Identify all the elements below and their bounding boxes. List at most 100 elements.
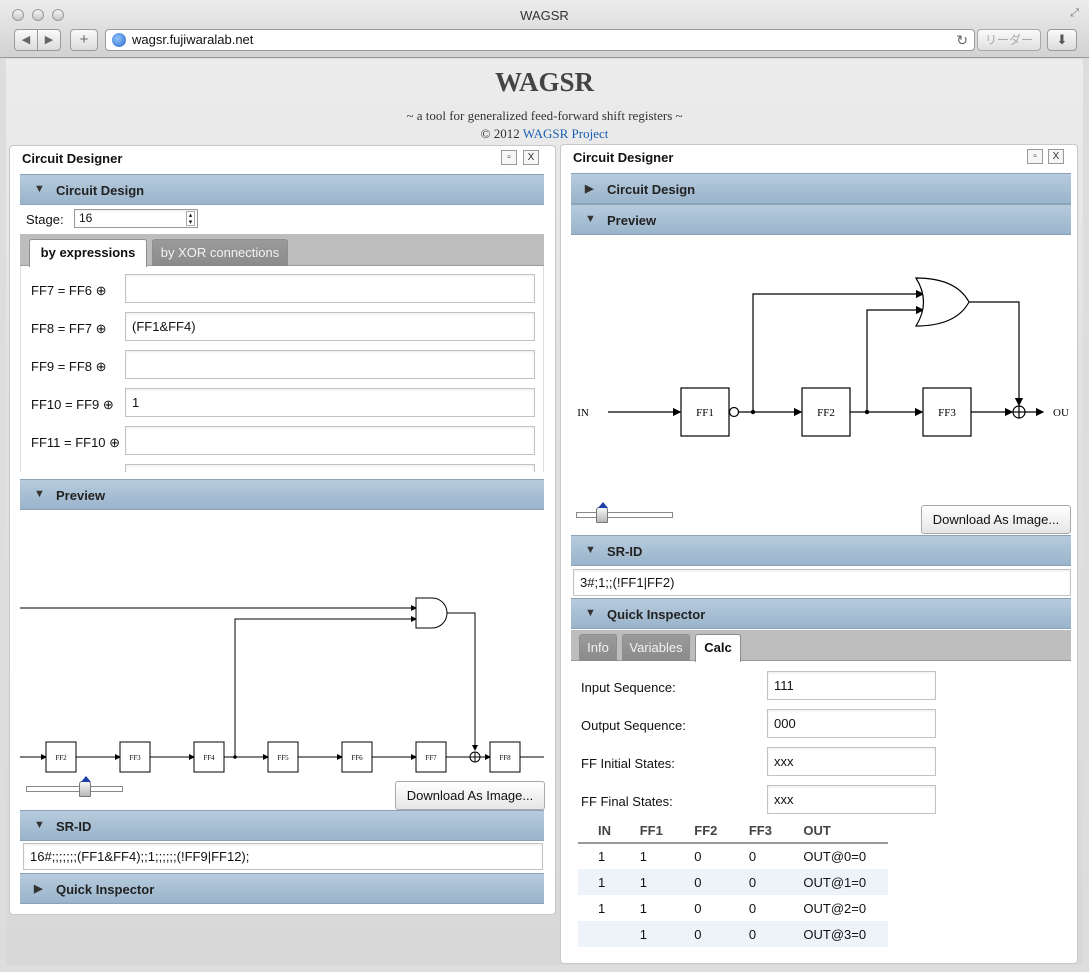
left-circuit-designer-panel: Circuit Designer ▫ X ▼ Circuit Design St…	[9, 145, 556, 915]
ff-label: FF7	[425, 754, 437, 762]
downloads-button[interactable]: ⬇	[1047, 29, 1077, 51]
left-panel-title: Circuit Designer	[22, 151, 123, 166]
table-cell: 1	[639, 900, 647, 916]
right-panel-title: Circuit Designer	[573, 150, 674, 165]
back-button[interactable]: ◀	[14, 29, 38, 51]
table-row: 1 0 0 OUT@3=0	[578, 921, 888, 947]
expression-label: FF11 = FF10 ⊕	[31, 435, 121, 450]
expression-input-partial[interactable]	[125, 464, 535, 472]
expression-input[interactable]: (FF1&FF4)	[125, 312, 535, 341]
ff-initial-states-field[interactable]: xxx	[767, 747, 936, 776]
reload-icon[interactable]: ↻	[956, 30, 968, 50]
left-preview-header[interactable]: ▼ Preview	[20, 479, 544, 510]
address-bar[interactable]: o wagsr.fujiwaralab.net ↻	[105, 29, 975, 51]
right-circuit-design-label: Circuit Design	[607, 182, 696, 197]
spinner-arrows-icon[interactable]: ▴ ▾	[186, 211, 195, 226]
right-zoom-slider[interactable]	[576, 512, 673, 518]
column-header: IN	[578, 819, 620, 844]
expression-list: FF7 = FF6 ⊕ FF8 = FF7 ⊕ (FF1&FF4) FF9 = …	[20, 266, 544, 472]
tab-info[interactable]: Info	[579, 634, 617, 661]
table-cell: OUT@1=0	[783, 869, 888, 895]
globe-icon: o	[112, 33, 126, 47]
left-circuit-diagram: FF2 FF3 FF4 FF5 FF6 FF7 FF8	[20, 597, 544, 773]
table-cell: 0	[694, 900, 702, 916]
right-srid-label: SR-ID	[607, 544, 643, 559]
right-quick-inspector-header[interactable]: ▼ Quick Inspector	[571, 598, 1071, 629]
project-link[interactable]: WAGSR Project	[523, 126, 609, 141]
column-header: OUT	[783, 819, 888, 844]
ff-label: FF1	[696, 407, 714, 419]
right-srid-header[interactable]: ▼ SR-ID	[571, 535, 1071, 566]
tab-by-expressions[interactable]: by expressions	[29, 239, 147, 267]
right-srid-field[interactable]: 3#;1;;(!FF1|FF2)	[573, 569, 1071, 596]
calc-results-table: IN FF1 FF2 FF3 OUT 1 1 0 0 OUT@0=0 1 1 0…	[578, 819, 888, 947]
expression-tab-strip: by expressions by XOR connections	[20, 234, 544, 267]
expression-label: FF10 = FF9 ⊕	[31, 397, 114, 412]
table-cell: 0	[728, 869, 784, 895]
input-sequence-field[interactable]: 111	[767, 671, 936, 700]
expression-label: FF8 = FF7 ⊕	[31, 321, 107, 336]
right-circuit-design-header[interactable]: ▶ Circuit Design	[571, 173, 1071, 204]
fullscreen-icon[interactable]: ⤢	[1070, 7, 1079, 20]
table-cell	[578, 921, 620, 947]
left-srid-label: SR-ID	[56, 819, 92, 834]
right-preview-header[interactable]: ▼ Preview	[571, 204, 1071, 235]
ff-label: FF3	[938, 407, 956, 419]
left-close-button[interactable]: X	[523, 150, 539, 165]
tab-by-xor-connections[interactable]: by XOR connections	[152, 239, 288, 266]
left-zoom-slider[interactable]	[26, 786, 123, 792]
left-quick-inspector-header[interactable]: ▶ Quick Inspector	[20, 873, 544, 904]
left-srid-header[interactable]: ▼ SR-ID	[20, 810, 544, 841]
page-title: WAGSR	[494, 67, 595, 97]
expanded-arrow-icon: ▼	[34, 819, 45, 831]
table-cell: 1	[598, 900, 606, 916]
new-tab-button[interactable]: +	[70, 29, 98, 51]
table-header-row: IN FF1 FF2 FF3 OUT	[578, 819, 888, 844]
stage-value: 16	[79, 211, 93, 225]
input-label: IN	[577, 407, 589, 419]
left-circuit-design-header[interactable]: ▼ Circuit Design	[20, 174, 544, 205]
output-sequence-field[interactable]: 000	[767, 709, 936, 738]
tab-calc[interactable]: Calc	[695, 634, 741, 662]
collapsed-arrow-icon: ▶	[585, 183, 594, 195]
ff-label: FF4	[203, 754, 215, 762]
table-cell: 1	[619, 921, 675, 947]
left-srid-field[interactable]: 16#;;;;;;;(FF1&FF4);;1;;;;;;(!FF9|FF12);	[23, 843, 543, 870]
expanded-arrow-icon: ▼	[585, 213, 596, 225]
table-cell: 0	[748, 900, 757, 916]
ff-label: FF3	[129, 754, 141, 762]
right-download-image-button[interactable]: Download As Image...	[921, 505, 1071, 534]
right-maximize-button[interactable]: ▫	[1027, 149, 1043, 164]
calc-label: FF Initial States:	[581, 756, 675, 771]
left-zoom-slider-thumb[interactable]	[78, 776, 91, 797]
stage-label: Stage:	[26, 212, 64, 227]
column-header: FF2	[674, 819, 729, 844]
left-download-image-button[interactable]: Download As Image...	[395, 781, 545, 810]
expanded-arrow-icon: ▼	[34, 488, 45, 500]
expression-label: FF9 = FF8 ⊕	[31, 359, 107, 374]
ff-label: FF6	[351, 754, 363, 762]
table-cell: 0	[748, 849, 757, 864]
reader-button[interactable]: リーダー	[977, 29, 1041, 51]
expression-input[interactable]	[125, 274, 535, 303]
forward-button[interactable]: ▶	[37, 29, 61, 51]
expression-input[interactable]: 1	[125, 388, 535, 417]
table-cell: 0	[674, 869, 729, 895]
expression-label: FF7 = FF6 ⊕	[31, 283, 107, 298]
calc-label: FF Final States:	[581, 794, 673, 809]
right-zoom-slider-thumb[interactable]	[595, 502, 608, 523]
expression-input[interactable]	[125, 350, 535, 379]
right-close-button[interactable]: X	[1048, 149, 1064, 164]
ff-final-states-field[interactable]: xxx	[767, 785, 936, 814]
left-quick-inspector-label: Quick Inspector	[56, 882, 155, 897]
tab-variables[interactable]: Variables	[622, 634, 690, 661]
expanded-arrow-icon: ▼	[585, 544, 596, 556]
copyright-text: © 2012	[480, 126, 520, 141]
stage-spinner[interactable]: 16 ▴ ▾	[74, 209, 198, 228]
right-circuit-diagram: IN FF1 FF2 FF3 OU	[577, 277, 1069, 437]
ff-label: FF8	[499, 754, 511, 762]
left-maximize-button[interactable]: ▫	[501, 150, 517, 165]
expression-input[interactable]	[125, 426, 535, 455]
output-label: OU	[1053, 407, 1069, 419]
page-content: WAGSR ~ a tool for generalized feed-forw…	[6, 59, 1083, 965]
